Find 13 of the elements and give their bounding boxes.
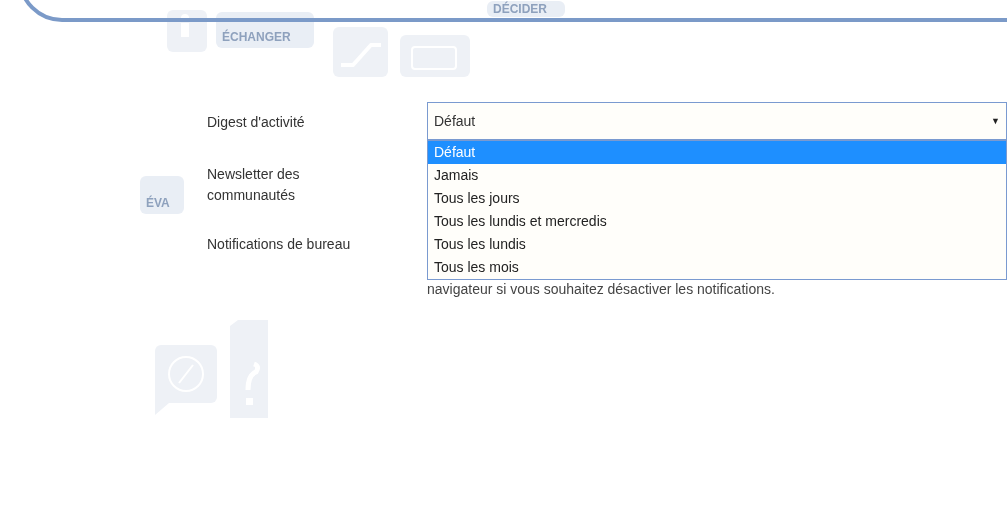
dropdown-option[interactable]: Tous les lundis bbox=[428, 233, 1006, 256]
setting-label: Newsletter des communautés bbox=[207, 165, 301, 205]
dropdown-option[interactable]: Tous les jours bbox=[428, 187, 1006, 210]
dropdown-field[interactable]: Défaut ▼ bbox=[427, 102, 1007, 140]
setting-label: Notifications de bureau bbox=[207, 235, 352, 254]
caret-icon: ▼ bbox=[991, 116, 1000, 126]
dropdown-option[interactable]: Tous les mois bbox=[428, 256, 1006, 279]
dropdown-option[interactable]: Tous les lundis et mercredis bbox=[428, 210, 1006, 233]
background-tile: DÉCIDER bbox=[487, 1, 565, 17]
background-tile: ÉVA bbox=[140, 176, 184, 214]
help-text: navigateur si vous souhaitez désactiver les notifications. bbox=[427, 281, 775, 297]
dropdown-option[interactable]: Jamais bbox=[428, 164, 1006, 187]
setting-label: Digest d'activité bbox=[207, 113, 306, 132]
